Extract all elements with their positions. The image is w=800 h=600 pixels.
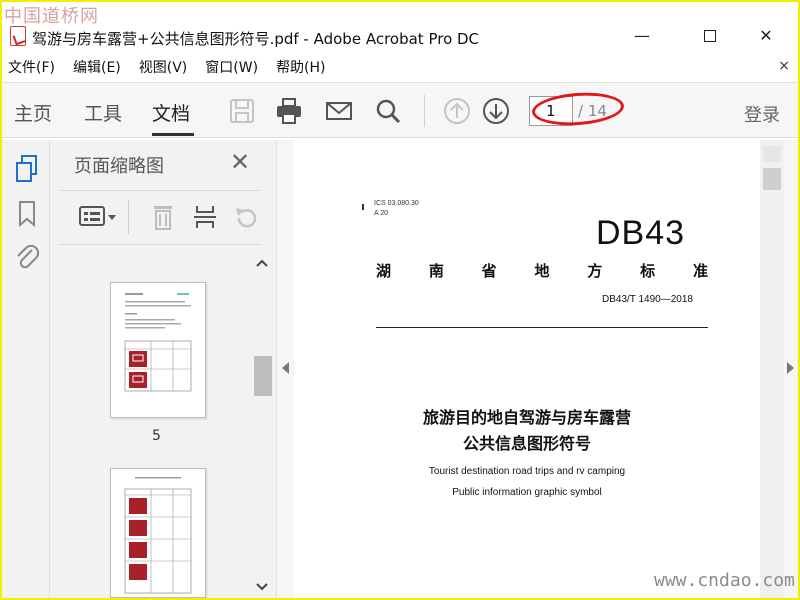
document-mark — [362, 204, 364, 210]
doc-title-en-line1: Tourist destination road trips and rv ca… — [428, 466, 626, 477]
rotate-icon[interactable] — [232, 204, 260, 232]
menu-view[interactable]: 视图(V) — [139, 57, 188, 77]
menu-window[interactable]: 窗口(W) — [205, 57, 258, 77]
thumbnail-page-5[interactable] — [110, 282, 206, 418]
arrow-down-icon[interactable] — [482, 97, 510, 125]
arrow-up-icon[interactable] — [443, 97, 471, 125]
scroll-down-icon[interactable] — [256, 582, 268, 592]
document-scroll-thumb[interactable] — [763, 168, 781, 190]
doc-code: DB43 — [596, 214, 686, 252]
panel-divider — [60, 190, 260, 191]
doc-province-char: 准 — [692, 262, 708, 280]
doc-province-char: 地 — [534, 262, 550, 280]
doc-title-cn-line2: 公共信息图形符号 — [462, 434, 591, 453]
doc-province-char: 省 — [481, 262, 497, 280]
login-button[interactable]: 登录 — [744, 101, 780, 127]
delete-icon[interactable] — [150, 202, 176, 232]
document-scroll-up-button[interactable] — [763, 146, 781, 162]
doc-class: A 20 — [374, 210, 389, 217]
scroll-up-icon[interactable] — [256, 258, 268, 268]
thumbnail-scroll-thumb[interactable] — [254, 356, 272, 396]
doc-province-char: 标 — [640, 262, 656, 280]
watermark-bottom: www.cndao.com — [654, 570, 795, 591]
menu-bar: 文件(F) 编辑(E) 视图(V) 窗口(W) 帮助(H) × — [2, 54, 798, 80]
doc-ics-code: ICS 03.080.30 A 20 — [374, 199, 419, 219]
document-page: ICS 03.080.30 A 20 DB43 湖 南 省 地 方 标 准 DB… — [294, 140, 760, 598]
maximize-button[interactable] — [690, 24, 730, 48]
doc-ics: ICS 03.080.30 — [374, 200, 419, 207]
thumbnail-page-6[interactable] — [110, 468, 206, 598]
thumbnail-page-6-preview — [124, 477, 192, 594]
panel-tool-separator — [128, 200, 129, 234]
tab-document[interactable]: 文档 — [152, 99, 190, 126]
doc-title-en-line2: Public information graphic symbol — [452, 487, 602, 498]
doc-province-char: 湖 — [376, 262, 392, 280]
doc-province-char: 南 — [428, 262, 444, 280]
save-icon[interactable] — [228, 97, 256, 125]
main-toolbar: 主页 工具 文档 1 / 14 登录 — [2, 82, 798, 138]
document-scrollbar[interactable] — [760, 140, 784, 598]
collapse-left-pane-button[interactable] — [276, 140, 294, 598]
tab-tools[interactable]: 工具 — [84, 99, 122, 126]
doc-province-char: 方 — [587, 262, 603, 280]
doc-title-cn-line1: 旅游目的地自驾游与房车露营 — [422, 408, 631, 427]
thumbnail-page-number: 5 — [152, 428, 161, 444]
close-window-button[interactable]: ✕ — [746, 24, 786, 48]
pdf-file-icon — [10, 26, 26, 46]
toolbar-separator — [424, 95, 425, 127]
doc-province-standard: 湖 南 省 地 方 标 准 — [376, 260, 708, 281]
maximize-icon — [704, 30, 716, 42]
search-icon[interactable] — [374, 97, 402, 125]
active-tab-indicator — [152, 133, 194, 136]
panel-title: 页面缩略图 — [74, 156, 164, 177]
print-icon[interactable] — [275, 97, 303, 125]
collapse-right-pane-button[interactable] — [784, 140, 798, 598]
watermark-top: 中国道桥网 — [4, 6, 99, 27]
menu-file[interactable]: 文件(F) — [8, 57, 55, 77]
page-thumbnails-icon[interactable] — [14, 154, 40, 184]
menu-help[interactable]: 帮助(H) — [276, 57, 325, 77]
doc-standard-number: DB43/T 1490—2018 — [602, 294, 693, 305]
minimize-button[interactable]: — — [622, 24, 662, 48]
thumbnail-panel: 页面缩略图 ✕ 5 — [50, 140, 276, 598]
email-icon[interactable] — [325, 97, 353, 125]
attachment-icon[interactable] — [14, 242, 40, 272]
panel-divider-2 — [60, 244, 260, 245]
menu-edit[interactable]: 编辑(E) — [73, 57, 121, 77]
panel-close-button[interactable]: ✕ — [230, 148, 250, 176]
options-icon[interactable] — [78, 204, 118, 230]
thumbnail-page-5-preview — [124, 293, 192, 392]
bookmark-icon[interactable] — [17, 200, 37, 228]
thumbnail-scrollbar[interactable] — [252, 248, 272, 598]
doc-rule-line — [376, 327, 708, 328]
app-window: 中国道桥网 驾游与房车露营+公共信息图形符号.pdf - Adobe Acrob… — [2, 2, 798, 598]
title-bar: 中国道桥网 驾游与房车露营+公共信息图形符号.pdf - Adobe Acrob… — [2, 2, 798, 52]
chevron-right-icon — [787, 362, 794, 374]
window-title: 驾游与房车露营+公共信息图形符号.pdf - Adobe Acrobat Pro… — [32, 30, 480, 48]
insert-page-icon[interactable] — [192, 202, 218, 232]
chevron-left-icon — [282, 362, 289, 374]
tab-home[interactable]: 主页 — [14, 99, 52, 126]
close-document-button[interactable]: × — [778, 58, 790, 74]
navigation-pane-strip — [2, 140, 50, 598]
